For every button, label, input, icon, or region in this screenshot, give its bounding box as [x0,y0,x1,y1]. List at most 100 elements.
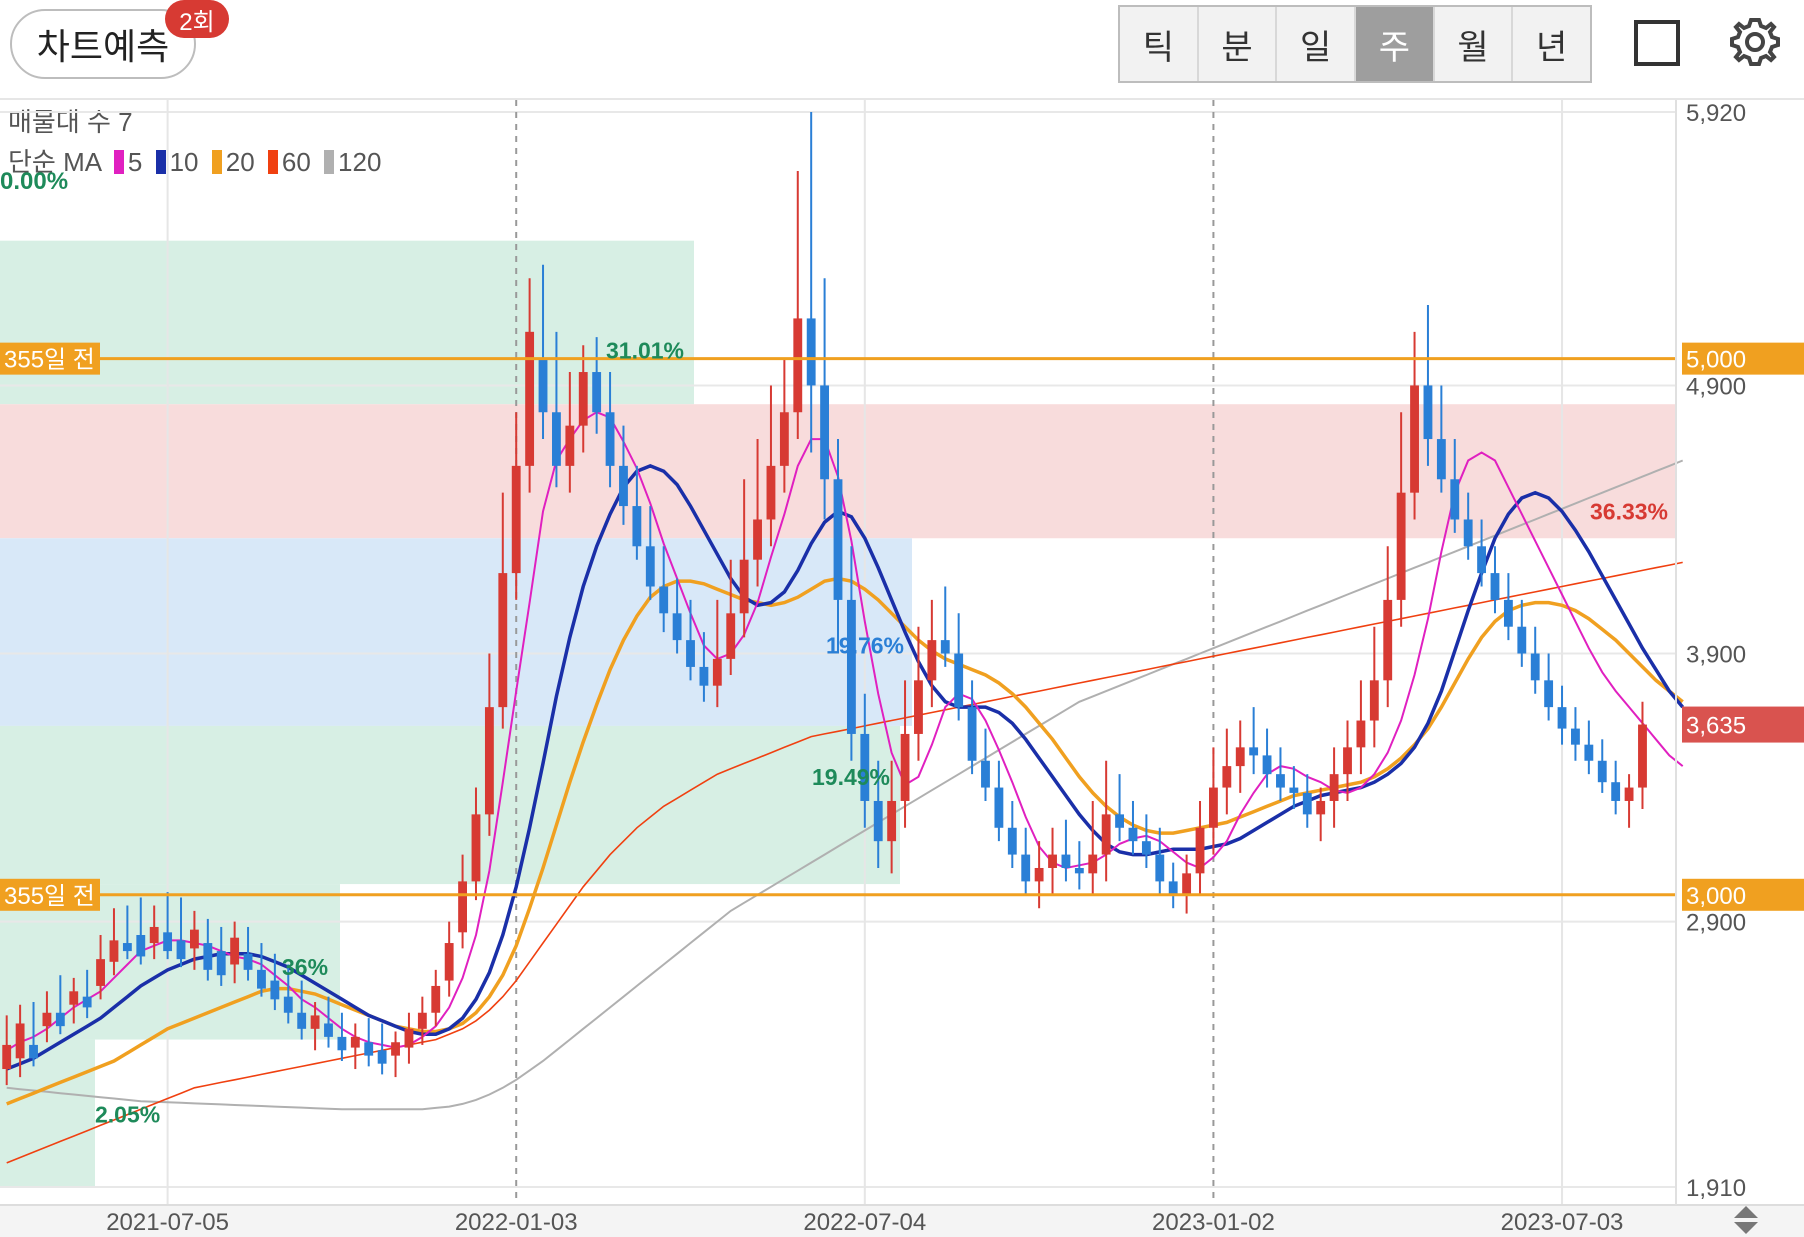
candle-body [1343,747,1352,775]
candle-body [1302,792,1312,815]
zone-blue [0,538,912,726]
candle-body [1262,755,1272,775]
candle-body [739,559,749,614]
candle-body [1530,653,1540,681]
reference-value-label: 3,000 [1686,883,1746,910]
candle-body [1571,728,1580,745]
candle-body [471,814,481,882]
candle-body [243,953,253,970]
candle-body [1611,782,1621,801]
candle-body [1034,867,1044,882]
candle-body [538,358,548,413]
candle-body [712,658,722,686]
candle-body [216,951,226,976]
candle-body [632,506,642,547]
candle-body [820,385,830,480]
candle-body [954,653,964,708]
candle-body [109,940,119,962]
candle-body [1329,774,1339,801]
candle-body [605,412,615,466]
reference-line-label: 355일 전 [4,883,95,910]
zone-percent-label: 19.49% [812,764,890,790]
candle-body [176,940,186,960]
candle-body [69,991,79,1005]
predict-count-badge: 2회 [165,0,229,38]
top-toolbar: 차트예측 2회 틱 분 일 주 월 년 [0,0,1804,100]
candle-body [1423,385,1433,440]
period-tab-tick[interactable]: 틱 [1120,7,1199,81]
candle-body [350,1036,360,1048]
candle-body [1450,479,1460,520]
candle-body [498,573,508,708]
stock-chart[interactable]: 355일 전 5,000 355일 전 3,000 3,635 2.05% 36% 31.0… [0,98,1804,1237]
candle-body [1007,827,1017,855]
candle-body [552,412,561,466]
candle-body [1638,724,1647,788]
candle-body [1021,854,1031,882]
candle-body [1155,854,1165,882]
candle-body [458,881,468,933]
candle-body [766,465,776,520]
candle-body [1490,573,1500,600]
zone-percent-label: 31.01% [606,338,684,364]
candle-body [203,943,213,970]
period-tab-week[interactable]: 주 [1356,7,1435,81]
candle-body [1584,744,1594,761]
candle-body [1115,814,1124,828]
candle-body [753,519,762,560]
candle-body [927,640,937,681]
candle-body [122,943,132,952]
candle-body [806,318,816,386]
candle-body [940,640,950,654]
candle-body [1369,680,1379,721]
reference-value-label: 5,000 [1686,347,1746,374]
zone-percent-label: 2.05% [95,1102,160,1128]
candle-body [310,1015,320,1029]
x-tick-label: 2023-07-03 [1501,1209,1624,1236]
candle-body [994,787,1004,828]
fullscreen-square-icon[interactable] [1634,20,1680,66]
y-tick-label: 1,910 [1686,1175,1746,1202]
candle-body [163,932,173,952]
period-tab-month[interactable]: 월 [1434,7,1514,81]
candle-body [686,640,695,667]
volume-zones [0,240,1676,1187]
zone-percent-label: 19.76% [826,633,904,659]
candle-body [1517,626,1527,654]
candle-body [230,937,240,965]
candle-body [578,372,588,426]
candle-body [404,1028,414,1048]
candle-body [431,985,441,1013]
candle-body [1289,787,1299,793]
candle-body [887,800,897,842]
candle-body [645,546,655,587]
chart-predict-label: 차트예측 [36,26,170,67]
period-tab-minute[interactable]: 분 [1198,7,1278,81]
period-tab-year[interactable]: 년 [1513,7,1591,81]
candle-body [1168,881,1178,895]
candle-body [1222,766,1232,788]
candle-body [592,372,602,413]
settings-gear-icon[interactable] [1727,14,1783,70]
candle-body [1410,385,1419,493]
candle-body [444,943,454,981]
y-tick-label: 3,900 [1686,642,1746,669]
candle-body [659,586,669,614]
candle-body [1074,867,1084,874]
candle-body [1624,787,1634,801]
period-selector: 틱 분 일 주 월 년 [1118,5,1592,83]
candle-body [1356,720,1366,748]
candle-body [1088,854,1098,874]
candle-body [391,1042,400,1056]
candle-body [82,996,92,1008]
candle-body [1276,774,1285,788]
candle-body [1463,519,1473,547]
period-tab-day[interactable]: 일 [1277,7,1357,81]
candle-body [337,1036,347,1051]
candle-body [283,996,293,1013]
candle-body [672,613,682,641]
x-tick-label: 2022-01-03 [455,1209,578,1236]
candle-body [1383,599,1393,681]
y-tick-label: 5,920 [1686,100,1746,127]
candle-body [779,412,789,466]
